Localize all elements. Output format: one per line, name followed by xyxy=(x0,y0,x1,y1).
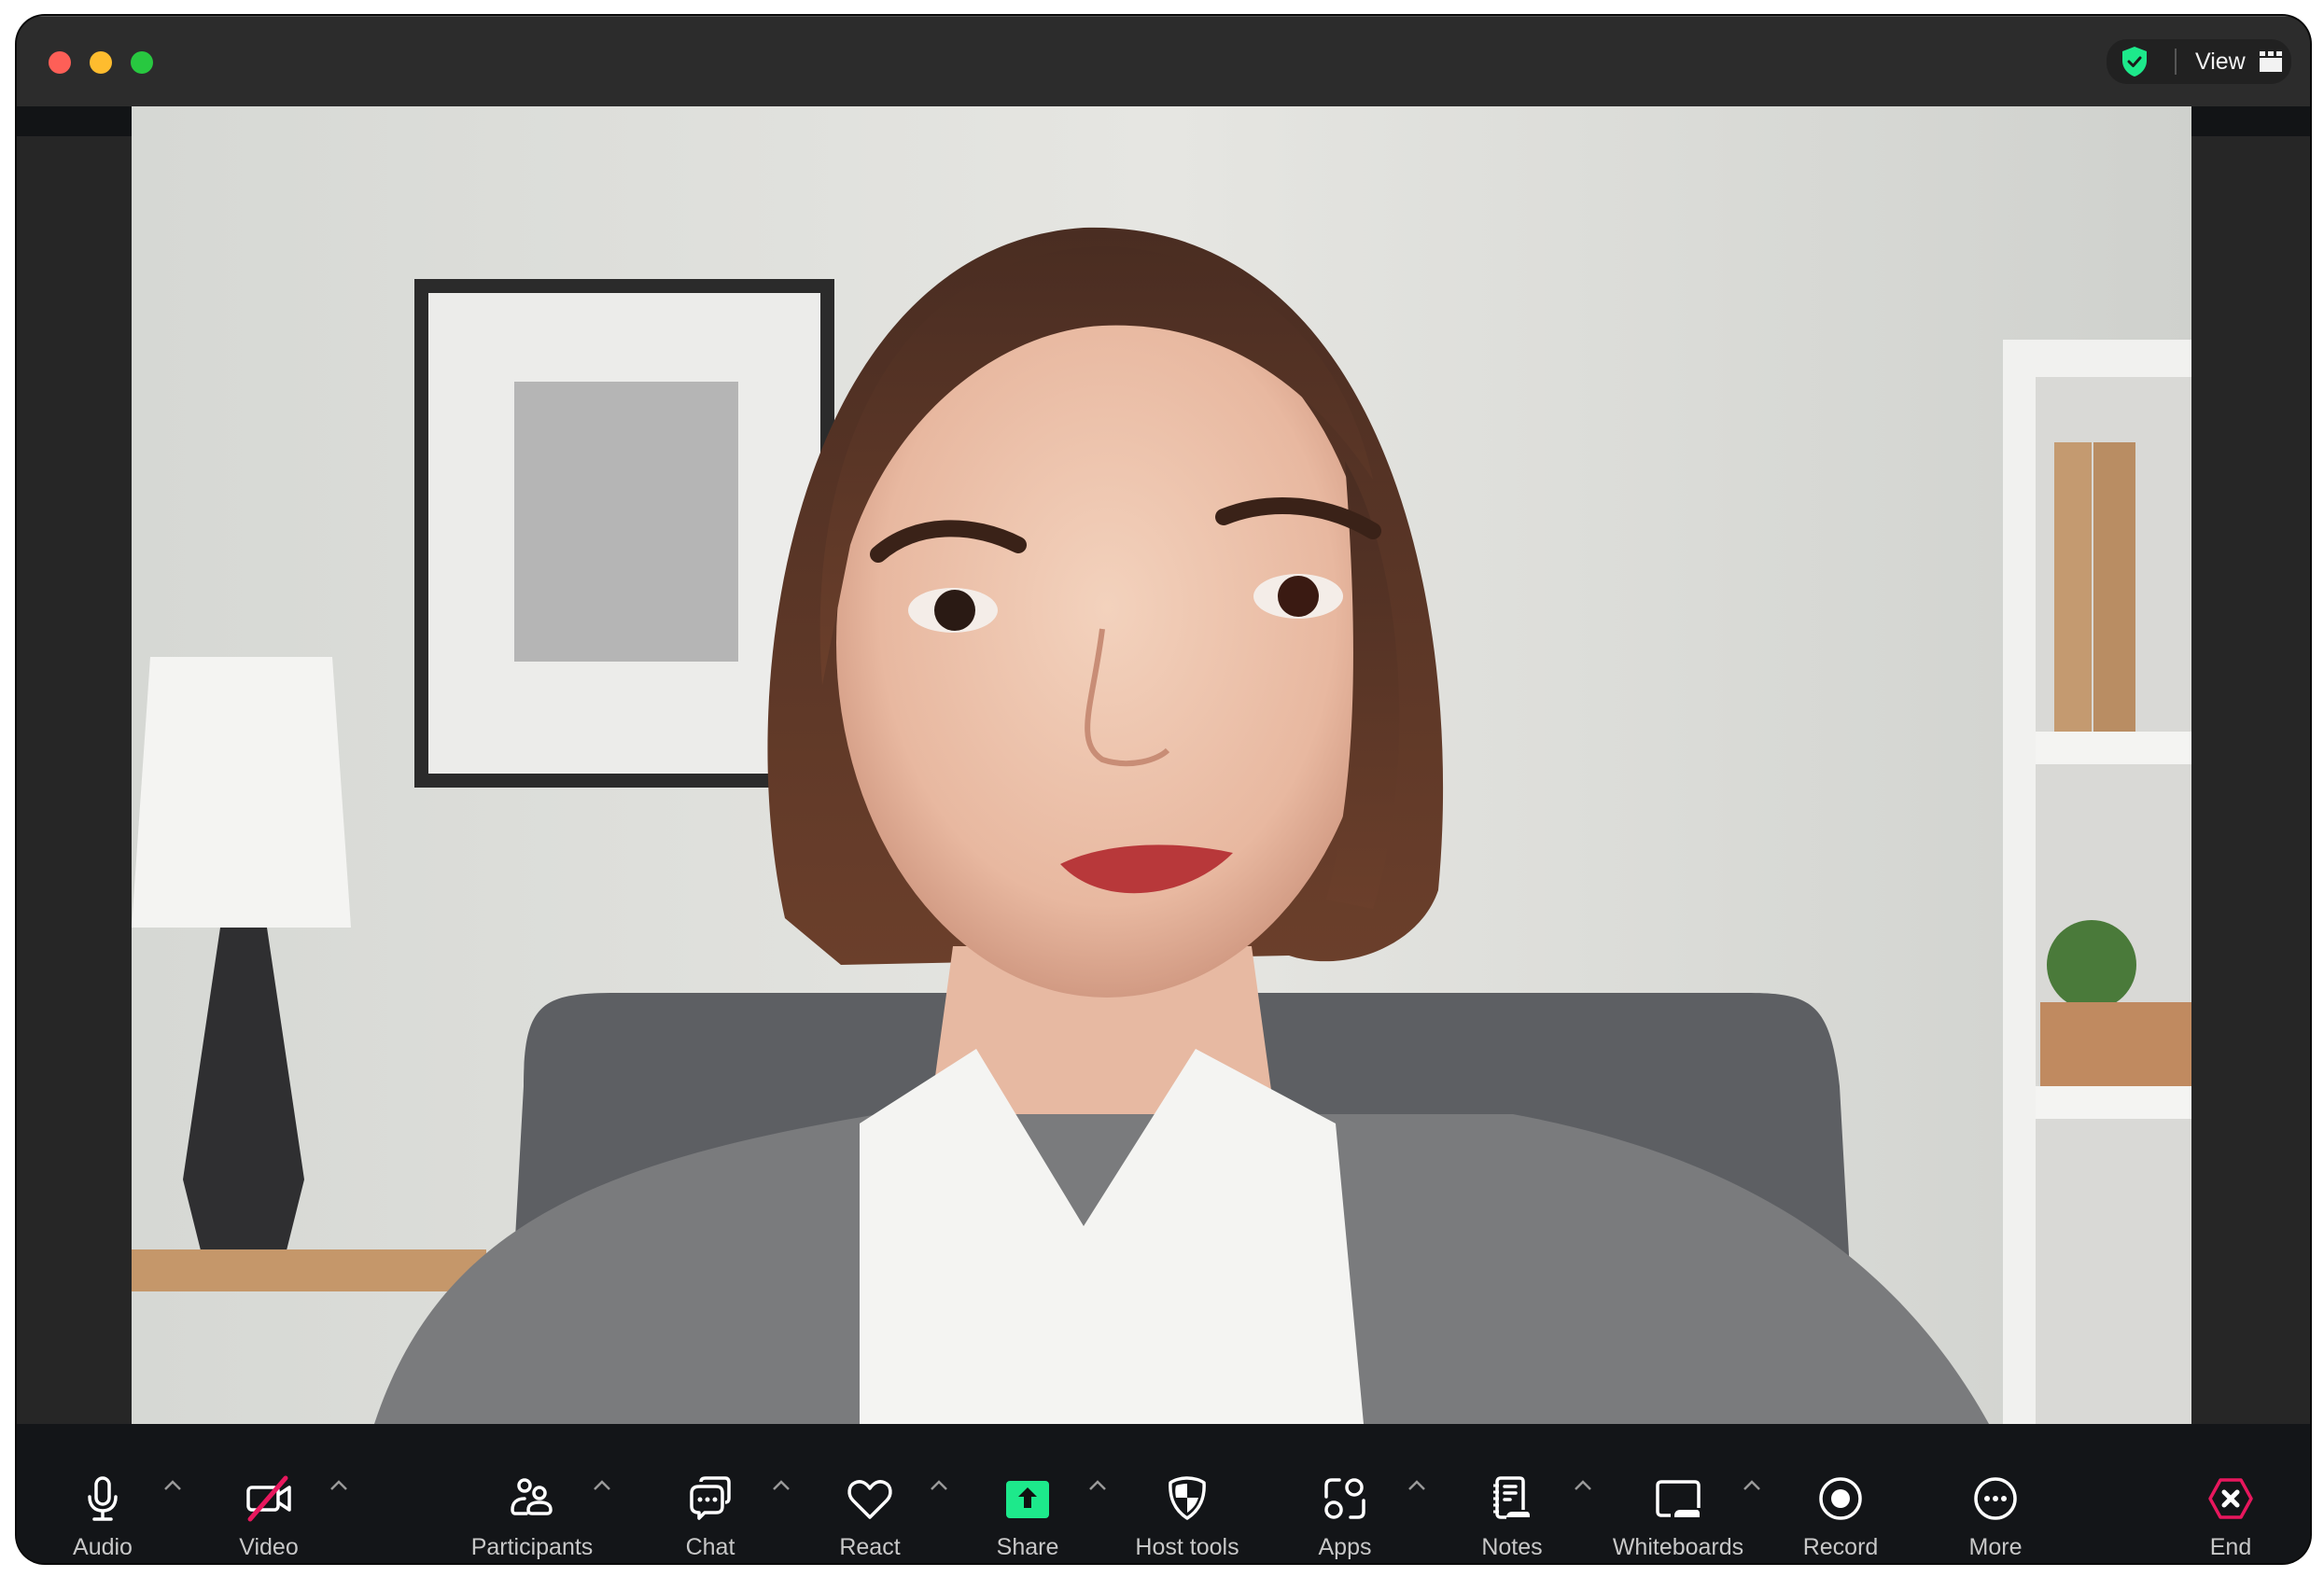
chevron-up-icon xyxy=(931,1480,947,1490)
chevron-up-icon xyxy=(594,1480,610,1490)
window-minimize-button[interactable] xyxy=(90,51,112,74)
meeting-toolbar: Audio Video Participants Chat React Shar… xyxy=(17,1424,2310,1563)
chevron-up-icon xyxy=(1743,1480,1760,1490)
whiteboards-options-caret[interactable] xyxy=(1742,1478,1764,1497)
chat-options-caret[interactable] xyxy=(771,1478,793,1497)
share-button[interactable]: Share xyxy=(953,1424,1102,1563)
audio-options-caret[interactable] xyxy=(162,1478,185,1497)
video-frame xyxy=(132,106,2191,1424)
more-label: More xyxy=(1968,1534,2023,1560)
chevron-up-icon xyxy=(1089,1480,1106,1490)
host-shield-icon xyxy=(1169,1476,1206,1520)
video-off-icon xyxy=(246,1475,291,1522)
record-icon xyxy=(1819,1477,1862,1520)
whiteboards-button[interactable]: Whiteboards xyxy=(1603,1424,1753,1563)
title-bar: View xyxy=(17,16,2310,107)
whiteboards-label: Whiteboards xyxy=(1612,1534,1744,1560)
end-meeting-icon xyxy=(2208,1478,2253,1519)
participant-video[interactable] xyxy=(132,106,2191,1424)
chat-label: Chat xyxy=(685,1534,735,1560)
apps-button[interactable]: Apps xyxy=(1270,1424,1420,1563)
bookshelf xyxy=(2003,340,2191,1424)
window-close-button[interactable] xyxy=(49,51,71,74)
more-button[interactable]: More xyxy=(1921,1424,2070,1563)
window-maximize-button[interactable] xyxy=(131,51,153,74)
chevron-up-icon xyxy=(330,1480,347,1490)
host-tools-label: Host tools xyxy=(1135,1534,1239,1560)
meeting-window: View Audio Video Participants Chat React… xyxy=(17,16,2310,1563)
chat-icon xyxy=(690,1476,731,1520)
record-label: Record xyxy=(1802,1534,1879,1560)
whiteboard-icon xyxy=(1656,1480,1701,1517)
host-tools-button[interactable]: Host tools xyxy=(1113,1424,1262,1563)
apps-label: Apps xyxy=(1318,1534,1372,1560)
participants-icon xyxy=(511,1478,553,1515)
audio-label: Audio xyxy=(73,1534,133,1560)
notes-label: Notes xyxy=(1481,1534,1543,1560)
divider xyxy=(2175,49,2177,75)
video-options-caret[interactable] xyxy=(329,1478,351,1497)
participants-button[interactable]: Participants xyxy=(457,1424,607,1563)
notes-button[interactable]: Notes xyxy=(1437,1424,1587,1563)
notes-options-caret[interactable] xyxy=(1573,1478,1595,1497)
apps-icon xyxy=(1324,1478,1365,1519)
shield-check-icon[interactable] xyxy=(2120,45,2149,78)
react-button[interactable]: React xyxy=(795,1424,945,1563)
microphone-icon xyxy=(88,1476,118,1521)
notes-icon xyxy=(1493,1476,1530,1519)
chevron-up-icon xyxy=(164,1480,181,1490)
participants-label: Participants xyxy=(470,1534,594,1560)
heart-icon xyxy=(847,1480,892,1519)
record-button[interactable]: Record xyxy=(1766,1424,1915,1563)
video-button[interactable]: Video xyxy=(194,1424,343,1563)
participants-options-caret[interactable] xyxy=(592,1478,614,1497)
more-icon xyxy=(1974,1477,2017,1520)
end-label: End xyxy=(2209,1534,2252,1560)
chevron-up-icon xyxy=(773,1480,790,1490)
view-button[interactable]: View xyxy=(2195,49,2246,76)
chevron-up-icon xyxy=(1408,1480,1425,1490)
video-label: Video xyxy=(239,1534,299,1560)
chevron-up-icon xyxy=(1575,1480,1591,1490)
react-label: React xyxy=(839,1534,901,1560)
chat-button[interactable]: Chat xyxy=(636,1424,785,1563)
react-options-caret[interactable] xyxy=(929,1478,951,1497)
view-control: View xyxy=(2107,39,2291,84)
apps-options-caret[interactable] xyxy=(1407,1478,1429,1497)
share-label: Share xyxy=(996,1534,1059,1560)
gallery-grid-icon[interactable] xyxy=(2259,50,2283,73)
audio-button[interactable]: Audio xyxy=(28,1424,177,1563)
share-screen-icon xyxy=(1006,1481,1049,1518)
share-options-caret[interactable] xyxy=(1087,1478,1110,1497)
end-meeting-button[interactable]: End xyxy=(2156,1424,2305,1563)
